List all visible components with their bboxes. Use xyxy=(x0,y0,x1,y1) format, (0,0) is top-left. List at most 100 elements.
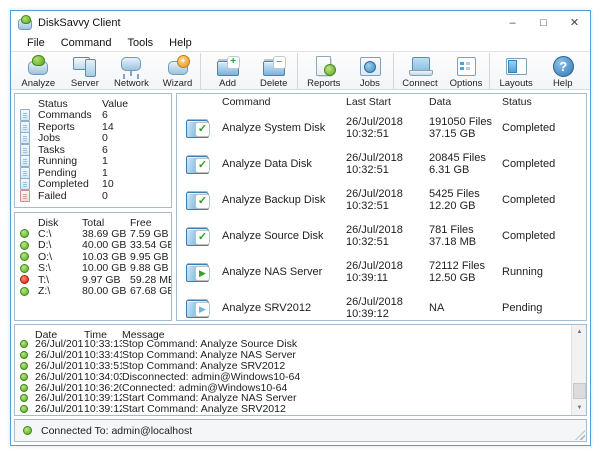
disk-row[interactable]: O:\ 10.03 GB 9.95 GB xyxy=(15,251,171,263)
toolbar-button[interactable]: Layouts xyxy=(493,53,540,89)
event-log-body: Date Time Message 26/Jul/2018 10:33:13 S… xyxy=(15,325,571,415)
status-row[interactable]: Tasks 6 xyxy=(15,144,171,156)
toolbar-button[interactable]: Network xyxy=(108,53,155,89)
toolbar-button[interactable]: Wizard xyxy=(155,53,202,89)
log-row[interactable]: 26/Jul/2018 10:39:12 Start Command: Anal… xyxy=(15,404,571,415)
toolbar-button[interactable]: Help xyxy=(539,53,586,89)
command-row[interactable]: Analyze SRV2012 26/Jul/2018 10:39:12 NA … xyxy=(177,290,586,321)
command-status: Completed xyxy=(502,194,586,206)
disk-status-dot xyxy=(20,229,29,238)
command-name: Analyze System Disk xyxy=(222,122,346,134)
command-name: Analyze SRV2012 xyxy=(222,302,346,314)
window-title: DiskSavvy Client xyxy=(38,17,121,29)
disk-free: 9.95 GB xyxy=(130,251,171,263)
toolbar-button[interactable]: Options xyxy=(443,53,490,89)
data-column-header[interactable]: Data xyxy=(429,96,502,108)
close-button[interactable]: ✕ xyxy=(559,11,590,34)
disk-rows: C:\ 38.69 GB 7.59 GB D:\ 40.00 GB 33.54 … xyxy=(15,228,171,297)
toolbar-icon xyxy=(453,55,479,77)
toolbar-icon xyxy=(25,55,51,77)
toolbar-button[interactable]: Delete xyxy=(251,53,298,89)
log-row[interactable]: 26/Jul/2018 10:39:12 Start Command: Anal… xyxy=(15,393,571,404)
log-scrollbar[interactable]: ▲ ▼ xyxy=(571,325,586,415)
command-data-files: 5425 Files xyxy=(429,188,502,200)
resize-grip[interactable] xyxy=(575,430,585,440)
log-row[interactable]: 26/Jul/2018 10:33:13 Stop Command: Analy… xyxy=(15,339,571,350)
disk-total: 40.00 GB xyxy=(82,239,130,251)
status-row[interactable]: Failed 0 xyxy=(15,190,171,202)
toolbar-icon xyxy=(215,55,241,77)
menu-item[interactable]: Help xyxy=(161,37,200,49)
scroll-up-icon[interactable]: ▲ xyxy=(572,325,587,339)
status-item-icon xyxy=(20,167,30,179)
status-label: Tasks xyxy=(38,144,102,156)
command-data-files: NA xyxy=(429,302,502,314)
disk-status-dot xyxy=(20,287,29,296)
command-last-start-date: 26/Jul/2018 xyxy=(346,188,429,200)
log-row[interactable]: 26/Jul/2018 10:34:03 Disconnected: admin… xyxy=(15,371,571,382)
status-row[interactable]: Jobs 0 xyxy=(15,132,171,144)
last-start-column-header[interactable]: Last Start xyxy=(346,96,429,108)
command-row[interactable]: Analyze Backup Disk 26/Jul/2018 10:32:51… xyxy=(177,182,586,218)
command-folder-icon xyxy=(185,118,211,139)
toolbar-button[interactable]: Reports xyxy=(301,53,348,89)
log-row[interactable]: 26/Jul/2018 10:33:51 Stop Command: Analy… xyxy=(15,361,571,372)
disk-total: 80.00 GB xyxy=(82,285,130,297)
status-label: Completed xyxy=(38,178,102,190)
scroll-down-icon[interactable]: ▼ xyxy=(572,401,587,415)
toolbar-button[interactable]: Server xyxy=(62,53,109,89)
status-label: Running xyxy=(38,155,102,167)
command-data-size: 12.50 GB xyxy=(429,272,502,284)
status-bar: Connected To: admin@localhost xyxy=(14,419,587,442)
titlebar: DiskSavvy Client – □ ✕ xyxy=(11,11,590,34)
status-rows: Commands 6 Reports 14 xyxy=(15,109,171,201)
status-item-icon xyxy=(20,109,30,121)
menu-item[interactable]: File xyxy=(19,37,53,49)
status-row[interactable]: Running 1 xyxy=(15,155,171,167)
disk-free: 67.68 GB xyxy=(130,285,171,297)
command-folder-icon xyxy=(185,262,211,283)
menu-item[interactable]: Command xyxy=(53,37,120,49)
disk-status-dot xyxy=(20,252,29,261)
command-column-header[interactable]: Command xyxy=(222,96,346,108)
command-row[interactable]: Analyze System Disk 26/Jul/2018 10:32:51… xyxy=(177,110,586,146)
log-header: Date Time Message xyxy=(15,325,571,339)
command-last-start-date: 26/Jul/2018 xyxy=(346,296,429,308)
status-column-header[interactable]: Status xyxy=(502,96,586,108)
toolbar-button[interactable]: Jobs xyxy=(347,53,394,89)
toolbar-button-label: Wizard xyxy=(163,78,193,89)
command-row[interactable]: Analyze Data Disk 26/Jul/2018 10:32:51 2… xyxy=(177,146,586,182)
disk-free: 59.28 MB xyxy=(130,274,171,286)
status-row[interactable]: Completed 10 xyxy=(15,178,171,190)
command-row[interactable]: Analyze Source Disk 26/Jul/2018 10:32:51… xyxy=(177,218,586,254)
status-row[interactable]: Reports 14 xyxy=(15,121,171,133)
status-value: 10 xyxy=(102,178,171,190)
disk-row[interactable]: S:\ 10.00 GB 9.88 GB xyxy=(15,263,171,275)
toolbar-button[interactable]: Connect xyxy=(397,53,444,89)
scrollbar-thumb[interactable] xyxy=(573,383,586,399)
app-icon xyxy=(17,15,33,30)
menu-item[interactable]: Tools xyxy=(119,37,161,49)
toolbar-button[interactable]: Analyze xyxy=(15,53,62,89)
command-name: Analyze Backup Disk xyxy=(222,194,346,206)
log-row[interactable]: 26/Jul/2018 10:33:41 Stop Command: Analy… xyxy=(15,350,571,361)
app-window: DiskSavvy Client – □ ✕ File Command Tool… xyxy=(10,10,591,446)
status-row[interactable]: Pending 1 xyxy=(15,167,171,179)
toolbar-button[interactable]: Add xyxy=(204,53,251,89)
status-value: 1 xyxy=(102,167,171,179)
disk-letter: O:\ xyxy=(38,251,82,263)
command-row[interactable]: Analyze NAS Server 26/Jul/2018 10:39:11 … xyxy=(177,254,586,290)
disk-row[interactable]: D:\ 40.00 GB 33.54 GB xyxy=(15,240,171,252)
commands-header: Command Last Start Data Status xyxy=(177,94,586,110)
disk-letter: C:\ xyxy=(38,228,82,240)
disk-row[interactable]: T:\ 9.97 GB 59.28 MB xyxy=(15,274,171,286)
minimize-button[interactable]: – xyxy=(497,11,528,34)
disk-row[interactable]: Z:\ 80.00 GB 67.68 GB xyxy=(15,286,171,298)
disk-row[interactable]: C:\ 38.69 GB 7.59 GB xyxy=(15,228,171,240)
status-row[interactable]: Commands 6 xyxy=(15,109,171,121)
maximize-button[interactable]: □ xyxy=(528,11,559,34)
connection-status-dot xyxy=(23,426,32,435)
log-row[interactable]: 26/Jul/2018 10:36:20 Connected: admin@Wi… xyxy=(15,382,571,393)
disk-letter: T:\ xyxy=(38,274,82,286)
command-last-start-time: 10:32:51 xyxy=(346,164,429,176)
